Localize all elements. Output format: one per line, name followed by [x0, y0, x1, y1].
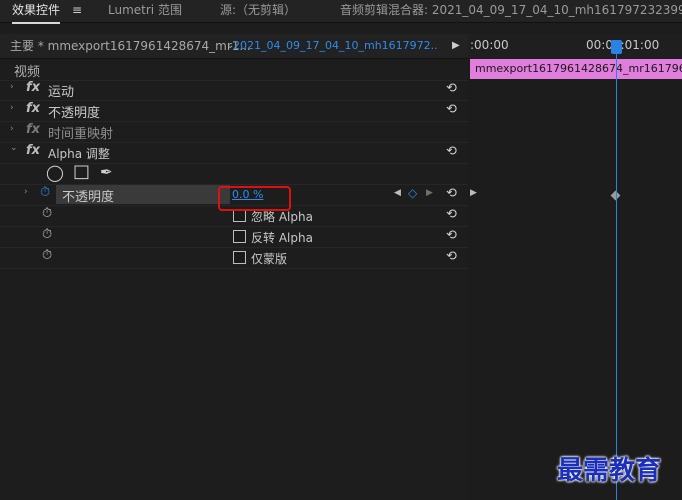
- sequence-clip-label[interactable]: 2021_04_09_17_04_10_mh1617972...: [233, 34, 437, 58]
- twirl-closed-icon[interactable]: ›: [10, 103, 14, 113]
- effect-timeline-area[interactable]: [468, 58, 682, 500]
- ellipse-mask-icon[interactable]: ◯: [46, 163, 64, 182]
- twirl-open-icon[interactable]: ⌄: [10, 143, 18, 153]
- timeline-clip-bar[interactable]: mmexport1617961428674_mr1617963837: [470, 59, 682, 79]
- tab-source[interactable]: 源:（无剪辑）: [220, 0, 296, 22]
- effect-row-motion[interactable]: › fx 运动 ⟲: [0, 79, 468, 101]
- twirl-closed-icon[interactable]: ›: [10, 124, 14, 134]
- effect-label: 运动: [48, 85, 75, 100]
- reset-icon[interactable]: ⟲: [446, 207, 457, 222]
- panel-tab-bar: 效果控件 ≡ Lumetri 范围 源:（无剪辑） 音频剪辑混合器: 2021_…: [0, 0, 682, 24]
- panel-menu-icon[interactable]: ≡: [72, 0, 82, 22]
- keyframe-start-marker-icon: ▶: [470, 188, 477, 198]
- fx-icon[interactable]: fx: [26, 80, 40, 95]
- twirl-closed-icon[interactable]: ›: [10, 82, 14, 92]
- checkbox-label: 仅蒙版: [251, 252, 288, 266]
- fx-icon: fx: [26, 122, 41, 137]
- effect-row-time-remap[interactable]: › fx 时间重映射: [0, 121, 468, 143]
- effect-row-opacity[interactable]: › fx 不透明度 ⟲: [0, 100, 468, 122]
- mask-only-checkbox[interactable]: [233, 251, 246, 264]
- reset-icon[interactable]: ⟲: [446, 186, 457, 201]
- video-section-row: 视频: [0, 59, 468, 81]
- effect-label: 不透明度: [48, 106, 101, 121]
- option-row-invert-alpha[interactable]: ⏱ 反转 Alpha ⟲: [0, 226, 468, 248]
- time-ruler[interactable]: :00:00 00:00:01:00: [468, 34, 682, 58]
- video-section-label: 视频: [14, 65, 41, 80]
- tab-audio-clip-mixer[interactable]: 音频剪辑混合器: 2021_04_09_17_04_10_mh161797232…: [340, 0, 682, 22]
- next-keyframe-icon[interactable]: ▶: [426, 188, 433, 198]
- playhead-line[interactable]: [616, 42, 617, 500]
- stopwatch-icon[interactable]: ⏱: [42, 206, 52, 221]
- rectangle-mask-icon[interactable]: □: [73, 161, 90, 182]
- reset-icon[interactable]: ⟲: [446, 81, 457, 96]
- param-label: 不透明度: [62, 190, 115, 205]
- stopwatch-icon[interactable]: ⏱: [40, 185, 50, 200]
- playhead-handle[interactable]: [611, 40, 622, 54]
- reset-icon[interactable]: ⟲: [446, 102, 457, 117]
- stopwatch-icon[interactable]: ⏱: [42, 227, 52, 242]
- invert-alpha-checkbox[interactable]: [233, 230, 246, 243]
- tab-effect-controls[interactable]: 效果控件: [12, 0, 61, 24]
- pen-mask-icon[interactable]: ✒: [100, 163, 113, 181]
- checkbox-label: 反转 Alpha: [251, 231, 313, 245]
- effect-label: Alpha 调整: [48, 147, 110, 161]
- mask-tools-row: ◯ □ ✒: [0, 161, 468, 185]
- ruler-start-time: :00:00: [470, 38, 509, 52]
- option-row-mask-only[interactable]: ⏱ 仅蒙版 ⟲: [0, 247, 468, 269]
- tab-lumetri-scopes[interactable]: Lumetri 范围: [108, 0, 182, 22]
- reset-icon[interactable]: ⟲: [446, 228, 457, 243]
- source-clip-label[interactable]: 主要 * mmexport1617961428674_mr1...: [10, 34, 251, 58]
- reset-icon[interactable]: ⟲: [446, 249, 457, 264]
- watermark-logo: 最需教育: [557, 456, 662, 486]
- value-highlight-box: [218, 186, 291, 211]
- prev-keyframe-icon[interactable]: ◀: [394, 188, 401, 198]
- effect-label: 时间重映射: [48, 127, 114, 142]
- twirl-closed-icon[interactable]: ›: [24, 187, 28, 197]
- fx-icon[interactable]: fx: [26, 101, 40, 116]
- add-keyframe-icon[interactable]: ◇: [408, 186, 417, 200]
- fx-icon[interactable]: fx: [26, 143, 40, 158]
- stopwatch-icon[interactable]: ⏱: [42, 248, 52, 263]
- ruler-mid-time: 00:00:01:00: [586, 38, 660, 52]
- reset-icon[interactable]: ⟲: [446, 144, 457, 159]
- play-icon[interactable]: ▶: [452, 34, 460, 58]
- effect-row-alpha-adjust[interactable]: ⌄ fx Alpha 调整 ⟲: [0, 142, 468, 164]
